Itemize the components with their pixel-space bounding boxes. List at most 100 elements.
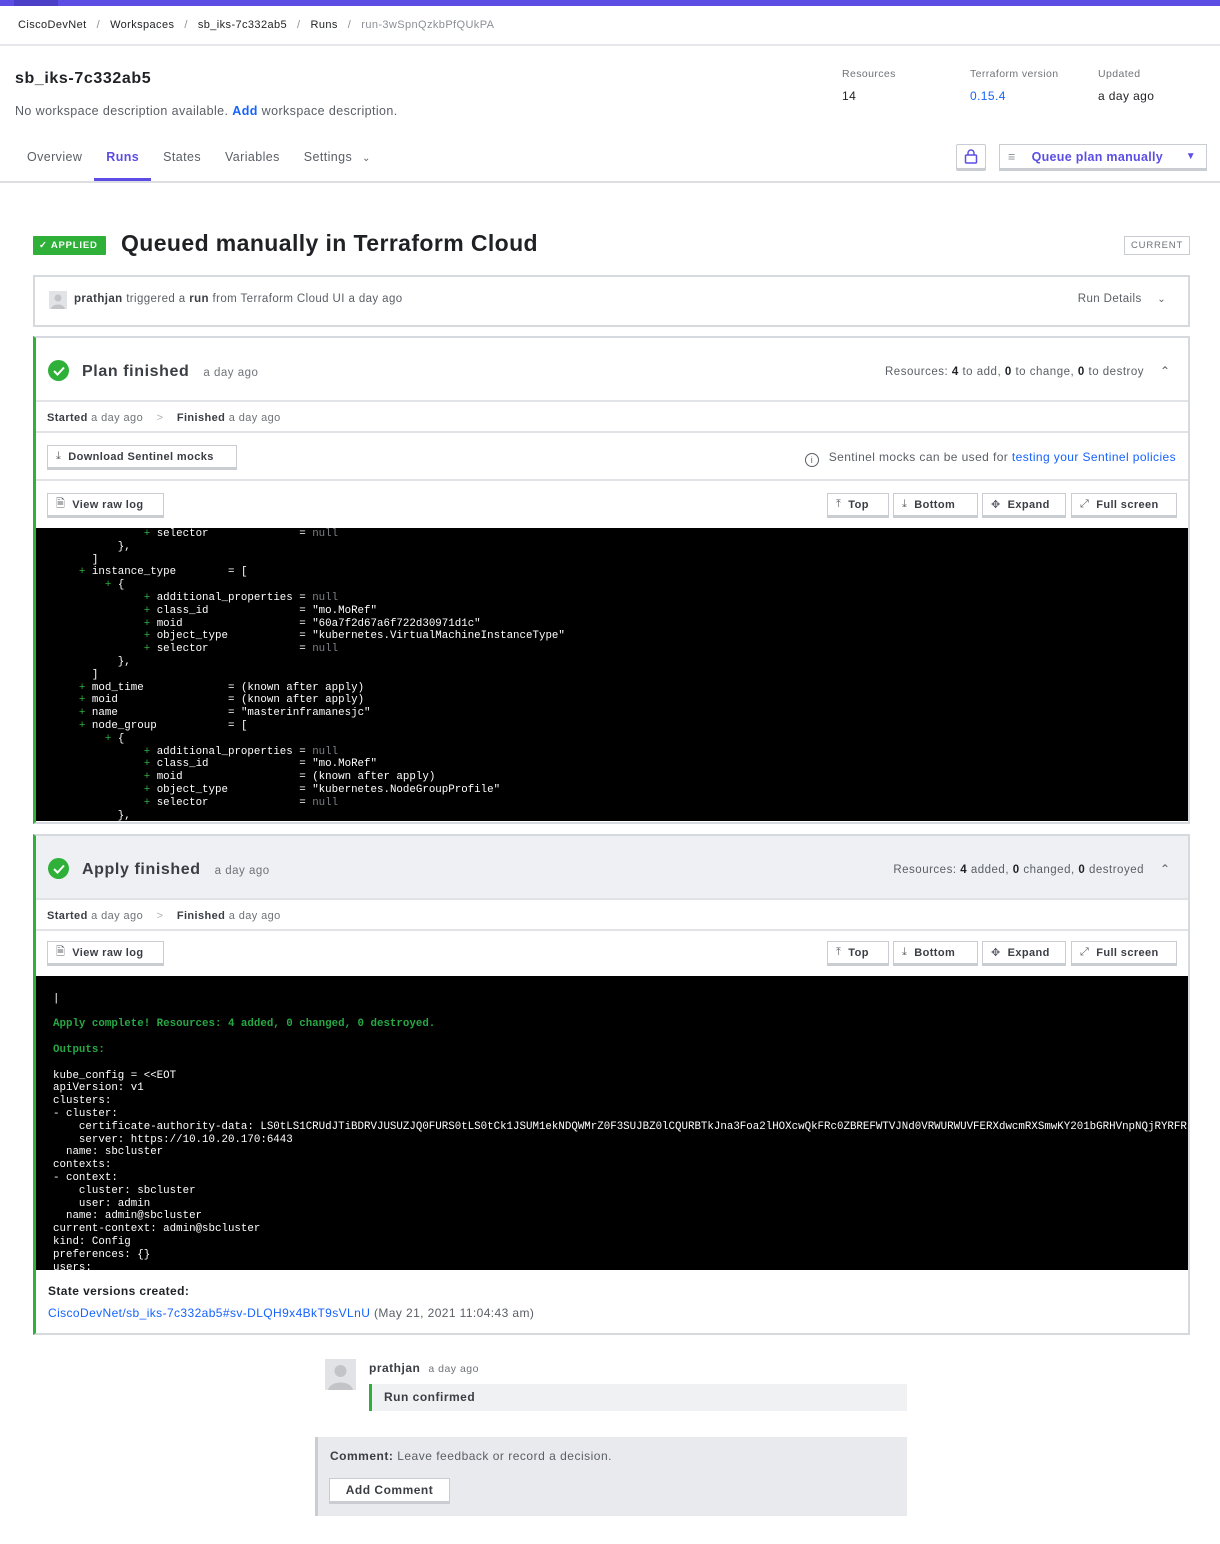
scroll-top-button[interactable]: ⤒ Top	[827, 493, 889, 516]
plus-marker: +	[143, 643, 157, 656]
sentinel-text: Sentinel mocks can be used for	[828, 450, 1009, 464]
res-added: 4	[960, 864, 968, 876]
log-line: },	[53, 541, 1188, 554]
breadcrumb-separator: /	[96, 19, 101, 31]
chevron-up-icon[interactable]: ⌃	[1160, 862, 1170, 876]
output-line: - cluster:	[53, 1107, 118, 1120]
download-sentinel-label: Download Sentinel mocks	[68, 450, 214, 463]
scroll-bottom-button[interactable]: ⤓ Bottom	[893, 941, 978, 964]
expand-button[interactable]: ✥ Expand	[982, 493, 1066, 516]
plus-marker: +	[143, 604, 157, 617]
resources-value: 14	[842, 89, 857, 103]
cursor: |	[53, 992, 60, 1005]
log-line: ]	[53, 554, 1188, 567]
apply-header[interactable]: Apply finished a day ago Resources: 4 add…	[36, 836, 1188, 900]
output-line: clusters:	[53, 1095, 112, 1108]
log-indent	[53, 554, 92, 566]
log-indent	[53, 579, 105, 591]
scroll-top-button[interactable]: ⤒ Top	[827, 941, 889, 964]
breadcrumb-workspaces[interactable]: Workspaces	[110, 19, 174, 31]
view-raw-log-button[interactable]: 🗎 View raw log	[47, 941, 164, 964]
tab-overview[interactable]: Overview	[15, 148, 94, 181]
sentinel-policies-link[interactable]: testing your Sentinel policies	[1012, 450, 1176, 464]
log-value: null	[312, 591, 339, 604]
log-line: + mod_time = (known after apply)	[53, 682, 1188, 695]
finished-label: Finished	[176, 910, 226, 922]
workspace-description-prefix: No workspace description available.	[15, 104, 229, 118]
apply-log-output[interactable]: | Apply complete! Resources: 4 added, 0 …	[36, 976, 1188, 1270]
view-raw-log-button[interactable]: 🗎 View raw log	[47, 493, 164, 516]
log-indent	[53, 720, 79, 732]
log-value: [	[240, 566, 248, 579]
res-prefix: Resources:	[885, 366, 949, 378]
plan-log-output[interactable]: + selector = null }, ] + instance_type =…	[36, 528, 1188, 821]
log-line: + object_type = "kubernetes.NodeGroupPro…	[53, 784, 1188, 797]
log-indent	[53, 758, 144, 770]
log-value: (known after apply)	[240, 681, 365, 694]
log-line: + node_group = [	[53, 720, 1188, 733]
log-line: + additional_properties = null	[53, 592, 1188, 605]
log-line: + name = "masterinframanesjc"	[53, 707, 1188, 720]
state-versions-label: State versions created:	[48, 1284, 190, 1298]
log-value: "kubernetes.VirtualMachineInstanceType"	[312, 630, 565, 643]
tab-runs[interactable]: Runs	[94, 148, 152, 181]
breadcrumb-org[interactable]: CiscoDevNet	[18, 19, 87, 31]
trigger-text: prathjan triggered a run from Terraform …	[74, 293, 403, 305]
download-sentinel-mocks-button[interactable]: ⤓ Download Sentinel mocks	[47, 445, 237, 468]
fullscreen-icon: ⤢	[1080, 946, 1090, 958]
log-key: object_type	[156, 630, 300, 643]
tab-variables[interactable]: Variables	[213, 148, 292, 181]
plan-header[interactable]: Plan finished a day ago Resources: 4 to a…	[36, 338, 1188, 402]
trigger-user[interactable]: prathjan	[74, 293, 123, 305]
fullscreen-icon: ⤢	[1080, 498, 1090, 510]
lock-workspace-button[interactable]	[956, 144, 986, 169]
breadcrumb-separator: /	[347, 19, 352, 31]
log-line: + selector = null	[53, 797, 1188, 810]
scroll-bottom-button[interactable]: ⤓ Bottom	[893, 493, 978, 516]
document-icon: 🗎	[56, 498, 66, 510]
breadcrumb-workspace[interactable]: sb_iks-7c332ab5	[198, 19, 287, 31]
terraform-version-link[interactable]: 0.15.4	[970, 89, 1059, 103]
tab-states[interactable]: States	[151, 148, 213, 181]
chevron-down-icon: ⌄	[362, 153, 371, 164]
breadcrumb-runs[interactable]: Runs	[311, 19, 338, 31]
breadcrumb-separator: /	[297, 19, 301, 31]
org-switcher-tab[interactable]	[14, 0, 58, 6]
log-key: object_type	[156, 783, 300, 796]
log-key: moid	[156, 771, 300, 784]
add-description-link[interactable]: Add	[232, 104, 258, 118]
full-screen-button[interactable]: ⤢ Full screen	[1071, 941, 1177, 964]
add-comment-button[interactable]: Add Comment	[329, 1478, 450, 1502]
plus-marker: +	[104, 732, 118, 745]
finished-value: a day ago	[228, 910, 281, 922]
run-details-toggle[interactable]: Run Details ⌄	[1078, 293, 1166, 305]
output-line: preferences: {}	[53, 1248, 151, 1261]
expand-button[interactable]: ✥ Expand	[982, 941, 1066, 964]
queue-plan-button[interactable]: ≡ Queue plan manually ▼	[999, 144, 1207, 169]
log-line: + class_id = "mo.MoRef"	[53, 758, 1188, 771]
arrow-down-icon: ⤓	[902, 946, 908, 958]
state-versions: State versions created: CiscoDevNet/sb_i…	[36, 1270, 1188, 1334]
comment-form: Comment: Leave feedback or record a deci…	[315, 1437, 907, 1516]
log-value: (known after apply)	[312, 771, 436, 784]
apply-card: Apply finished a day ago Resources: 4 add…	[33, 834, 1190, 1335]
terraform-version-meta: Terraform version 0.15.4	[970, 68, 1059, 103]
state-version-link[interactable]: CiscoDevNet/sb_iks-7c332ab5#sv-DLQH9x4Bk…	[48, 1306, 370, 1320]
log-line: + selector = null	[53, 643, 1188, 656]
expand-icon: ✥	[991, 947, 1001, 959]
arrow-up-icon: ⤒	[836, 498, 842, 510]
chevron-up-icon[interactable]: ⌃	[1160, 364, 1170, 378]
tab-settings[interactable]: Settings ⌄	[292, 148, 383, 181]
full-screen-button[interactable]: ⤢ Full screen	[1071, 493, 1177, 516]
status-badge: ✓ APPLIED	[33, 236, 106, 255]
log-equals: =	[299, 796, 313, 809]
log-equals: =	[299, 617, 313, 630]
plus-marker: +	[143, 528, 157, 540]
log-line: + moid = (known after apply)	[53, 771, 1188, 784]
log-key: instance_type	[91, 566, 228, 579]
comment-user[interactable]: prathjan	[369, 1361, 420, 1375]
log-key: additional_properties	[156, 745, 300, 758]
comment-prompt[interactable]: Comment: Leave feedback or record a deci…	[330, 1449, 612, 1463]
log-key: selector	[156, 528, 300, 540]
updated-value: a day ago	[1098, 89, 1155, 103]
